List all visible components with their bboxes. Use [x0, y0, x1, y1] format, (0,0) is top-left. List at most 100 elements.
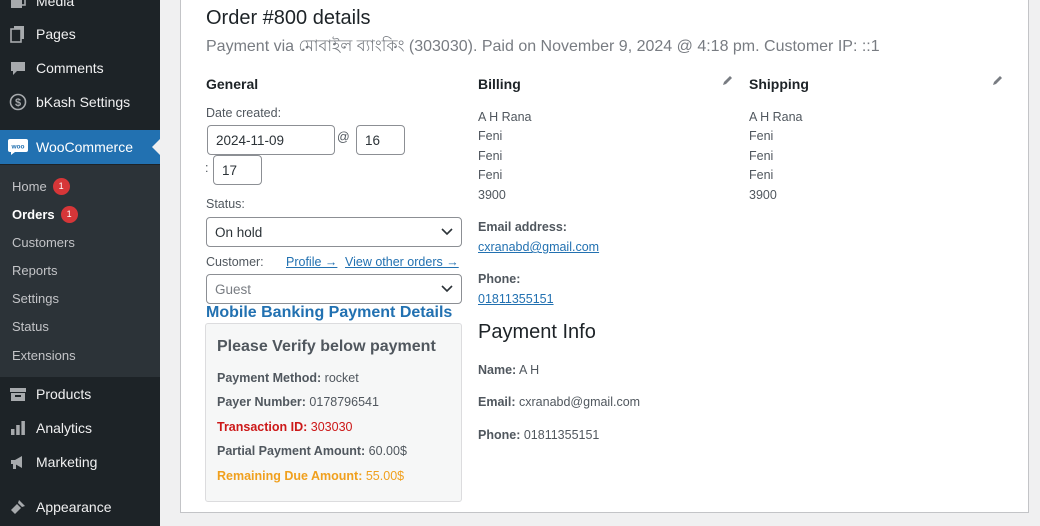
- dollar-icon: $: [8, 92, 28, 112]
- payment-info-email: Email: cxranabd@gmail.com: [478, 395, 640, 409]
- appearance-icon: [8, 497, 28, 517]
- pencil-icon[interactable]: [991, 75, 1003, 87]
- billing-email-link[interactable]: cxranabd@gmail.com: [478, 240, 599, 254]
- customer-profile-link[interactable]: Profile →: [286, 255, 337, 269]
- menu-label: bKash Settings: [36, 94, 131, 110]
- status-selected-value: On hold: [215, 224, 263, 240]
- submenu-item-home[interactable]: Home 1: [12, 176, 70, 196]
- menu-item-appearance[interactable]: Appearance: [0, 490, 160, 524]
- shipping-address-line: Feni: [749, 149, 774, 163]
- row-value: 303030: [310, 420, 353, 434]
- row-value: 01811355151: [523, 428, 600, 442]
- menu-item-marketing[interactable]: Marketing: [0, 445, 160, 479]
- media-icon: [8, 0, 28, 11]
- menu-item-woocommerce[interactable]: woo WooCommerce: [0, 130, 160, 164]
- products-icon: [8, 384, 28, 404]
- billing-address-line: Feni: [478, 168, 503, 182]
- view-other-orders-link[interactable]: View other orders →: [345, 255, 459, 269]
- row-value: 60.00$: [368, 444, 407, 458]
- menu-label: Analytics: [36, 420, 93, 436]
- submenu-label: Extensions: [12, 347, 76, 363]
- chevron-down-icon: [441, 285, 453, 293]
- row-label: Phone:: [478, 428, 521, 442]
- row-label: Email:: [478, 395, 516, 409]
- billing-address-line: A H Rana: [478, 110, 532, 124]
- payment-info-name: Name: A H: [478, 363, 539, 377]
- row-label: Payment Method:: [217, 371, 322, 385]
- submenu-item-status[interactable]: Status: [12, 316, 49, 336]
- submenu-label: Orders: [12, 206, 55, 222]
- status-label: Status:: [206, 197, 245, 211]
- payment-verify-box: Please Verify below payment Payment Meth…: [205, 323, 462, 502]
- order-status-select[interactable]: On hold: [206, 217, 462, 247]
- menu-item-media[interactable]: Media: [0, 0, 160, 18]
- customer-placeholder: Guest: [215, 281, 252, 297]
- submenu-label: Customers: [12, 234, 75, 250]
- transaction-id-row: Transaction ID: 303030: [217, 420, 353, 434]
- notification-count-badge: 1: [60, 205, 78, 223]
- pages-icon: [8, 24, 28, 44]
- order-data-panel: Order #800 details Payment via মোবাইল ব্…: [180, 0, 1029, 513]
- menu-item-pages[interactable]: Pages: [0, 17, 160, 51]
- menu-label: Comments: [36, 60, 104, 76]
- submenu-item-settings[interactable]: Settings: [12, 288, 59, 308]
- shipping-address-line: A H Rana: [749, 110, 803, 124]
- submenu-item-extensions[interactable]: Extensions: [12, 345, 76, 365]
- row-label: Name:: [478, 363, 517, 377]
- partial-payment-row: Partial Payment Amount: 60.00$: [217, 444, 407, 458]
- menu-item-analytics[interactable]: Analytics: [0, 411, 160, 445]
- billing-address-line: Feni: [478, 149, 503, 163]
- mobile-banking-title: Mobile Banking Payment Details: [206, 304, 453, 321]
- order-hour-input[interactable]: 16: [356, 125, 405, 155]
- submenu-label: Settings: [12, 290, 59, 306]
- verify-heading: Please Verify below payment: [217, 338, 436, 355]
- date-created-label: Date created:: [206, 106, 282, 120]
- notification-count-badge: 1: [52, 177, 70, 195]
- payment-info-title: Payment Info: [478, 321, 596, 343]
- general-heading: General: [206, 76, 259, 92]
- colon-separator: :: [205, 161, 209, 175]
- menu-item-products[interactable]: Products: [0, 377, 160, 411]
- svg-text:woo: woo: [11, 144, 25, 151]
- row-value: 55.00$: [365, 469, 405, 483]
- billing-phone-link[interactable]: 01811355151: [478, 292, 554, 306]
- row-label: Partial Payment Amount:: [217, 444, 366, 458]
- woocommerce-submenu: Home 1 Orders 1 Customers Reports Settin…: [0, 165, 160, 377]
- order-date-input[interactable]: 2024-11-09: [207, 125, 335, 155]
- customer-label: Customer:: [206, 255, 264, 269]
- at-separator: @: [337, 130, 350, 144]
- billing-address-line: Feni: [478, 129, 503, 143]
- svg-text:$: $: [15, 97, 21, 109]
- submenu-item-reports[interactable]: Reports: [12, 260, 58, 280]
- customer-select[interactable]: Guest: [206, 274, 462, 304]
- order-title: Order #800 details: [206, 7, 371, 29]
- shipping-address-line: Feni: [749, 168, 774, 182]
- chevron-down-icon: [441, 228, 453, 236]
- row-label: Transaction ID:: [217, 420, 308, 434]
- analytics-icon: [8, 418, 28, 438]
- submenu-item-customers[interactable]: Customers: [12, 232, 75, 252]
- submenu-label: Reports: [12, 262, 58, 278]
- menu-label: Pages: [36, 26, 76, 42]
- menu-label: Products: [36, 386, 92, 402]
- menu-item-bkash-settings[interactable]: $ bKash Settings: [0, 85, 160, 119]
- admin-sidebar: Media Pages Comments $ bKash Settings wo…: [0, 0, 160, 526]
- shipping-address-line: 3900: [749, 188, 777, 202]
- row-value: cxranabd@gmail.com: [519, 395, 641, 409]
- comments-icon: [8, 58, 28, 78]
- menu-item-comments[interactable]: Comments: [0, 51, 160, 85]
- active-menu-arrow: [152, 139, 160, 155]
- submenu-item-orders[interactable]: Orders 1: [12, 204, 78, 224]
- pencil-icon[interactable]: [721, 75, 733, 87]
- payer-number-row: Payer Number: 0178796541: [217, 395, 379, 409]
- menu-label: Appearance: [36, 499, 112, 515]
- woo-icon: woo: [8, 137, 28, 157]
- payment-info-phone: Phone: 01811355151: [478, 428, 599, 442]
- menu-label: Media: [36, 0, 75, 9]
- order-minute-input[interactable]: 17: [213, 155, 262, 185]
- row-value: 0178796541: [309, 395, 379, 409]
- row-label: Remaining Due Amount:: [217, 469, 363, 483]
- phone-label: Phone:: [478, 272, 521, 286]
- billing-address-line: 3900: [478, 188, 506, 202]
- remaining-due-row: Remaining Due Amount: 55.00$: [217, 469, 404, 483]
